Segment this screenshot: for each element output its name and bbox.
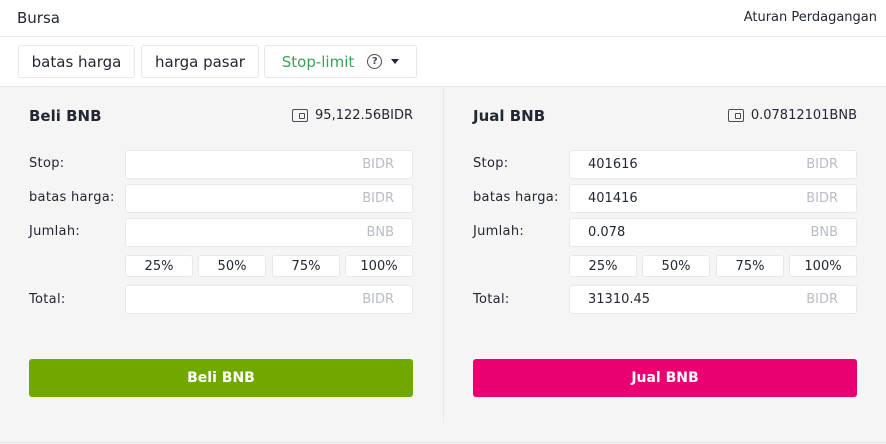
buy-balance: 95,122.56BIDR — [292, 108, 413, 123]
caret-down-icon[interactable] — [391, 59, 400, 64]
order-type-tabs: batas harga harga pasar Stop-limit ? — [0, 37, 886, 87]
buy-amount-input[interactable]: BNB — [125, 218, 413, 247]
sell-amount-label: Jumlah: — [473, 224, 525, 239]
buy-percent-25[interactable]: 25% — [125, 255, 193, 277]
sell-total-label: Total: — [473, 292, 510, 307]
sell-stop-value: 401616 — [588, 157, 638, 172]
sell-price-label: batas harga: — [473, 190, 559, 205]
tab-limit[interactable]: batas harga — [18, 45, 135, 78]
sell-price-value: 401416 — [588, 191, 638, 206]
buy-percent-100[interactable]: 100% — [345, 255, 413, 277]
wallet-icon — [292, 109, 309, 122]
buy-amount-unit: BNB — [366, 225, 394, 240]
buy-stop-input[interactable]: BIDR — [125, 150, 413, 179]
buy-balance-value: 95,122.56BIDR — [315, 108, 413, 123]
tab-market-label: harga pasar — [155, 52, 245, 71]
sell-stop-unit: BIDR — [806, 157, 838, 172]
buy-total-unit: BIDR — [362, 292, 394, 307]
page-title: Bursa — [17, 9, 60, 27]
sell-total-input[interactable]: 31310.45 BIDR — [569, 285, 857, 314]
sell-percent-75[interactable]: 75% — [716, 255, 784, 277]
top-bar: Bursa Aturan Perdagangan — [0, 0, 886, 37]
sell-percent-25[interactable]: 25% — [569, 255, 637, 277]
trading-rules-link[interactable]: Aturan Perdagangan — [744, 10, 877, 25]
buy-title: Beli BNB — [29, 107, 102, 125]
sell-button[interactable]: Jual BNB — [473, 359, 857, 397]
buy-percent-50[interactable]: 50% — [198, 255, 266, 277]
sell-percent-50[interactable]: 50% — [642, 255, 710, 277]
buy-total-label: Total: — [29, 292, 66, 307]
sell-total-unit: BIDR — [806, 292, 838, 307]
sell-stop-input[interactable]: 401616 BIDR — [569, 150, 857, 179]
bottom-divider — [0, 442, 886, 443]
sell-amount-input[interactable]: 0.078 BNB — [569, 218, 857, 247]
sell-balance: 0.07812101BNB — [727, 108, 857, 123]
sell-price-unit: BIDR — [806, 191, 838, 206]
sell-percent-100[interactable]: 100% — [789, 255, 857, 277]
sell-total-value: 31310.45 — [588, 292, 651, 307]
sell-title: Jual BNB — [473, 107, 546, 125]
buy-percent-75[interactable]: 75% — [272, 255, 340, 277]
tab-stop-limit[interactable]: Stop-limit ? — [264, 45, 417, 78]
buy-stop-unit: BIDR — [362, 157, 394, 172]
tab-stop-limit-label: Stop-limit — [281, 52, 355, 71]
sell-amount-value: 0.078 — [588, 225, 626, 240]
sell-panel: Jual BNB 0.07812101BNB Stop: 401616 BIDR… — [443, 88, 886, 423]
sell-balance-value: 0.07812101BNB — [750, 108, 857, 123]
buy-amount-label: Jumlah: — [29, 224, 81, 239]
buy-total-input[interactable]: BIDR — [125, 285, 413, 314]
tab-limit-label: batas harga — [31, 52, 122, 71]
wallet-icon — [727, 109, 744, 122]
sell-amount-unit: BNB — [810, 225, 838, 240]
buy-price-unit: BIDR — [362, 191, 394, 206]
buy-button[interactable]: Beli BNB — [29, 359, 413, 397]
help-circle-icon[interactable]: ? — [367, 54, 383, 69]
buy-price-input[interactable]: BIDR — [125, 184, 413, 213]
buy-stop-label: Stop: — [29, 156, 65, 171]
buy-panel: Beli BNB 95,122.56BIDR Stop: BIDR batas … — [0, 88, 443, 444]
sell-stop-label: Stop: — [473, 156, 509, 171]
sell-price-input[interactable]: 401416 BIDR — [569, 184, 857, 213]
tab-market[interactable]: harga pasar — [141, 45, 259, 78]
buy-price-label: batas harga: — [29, 190, 115, 205]
